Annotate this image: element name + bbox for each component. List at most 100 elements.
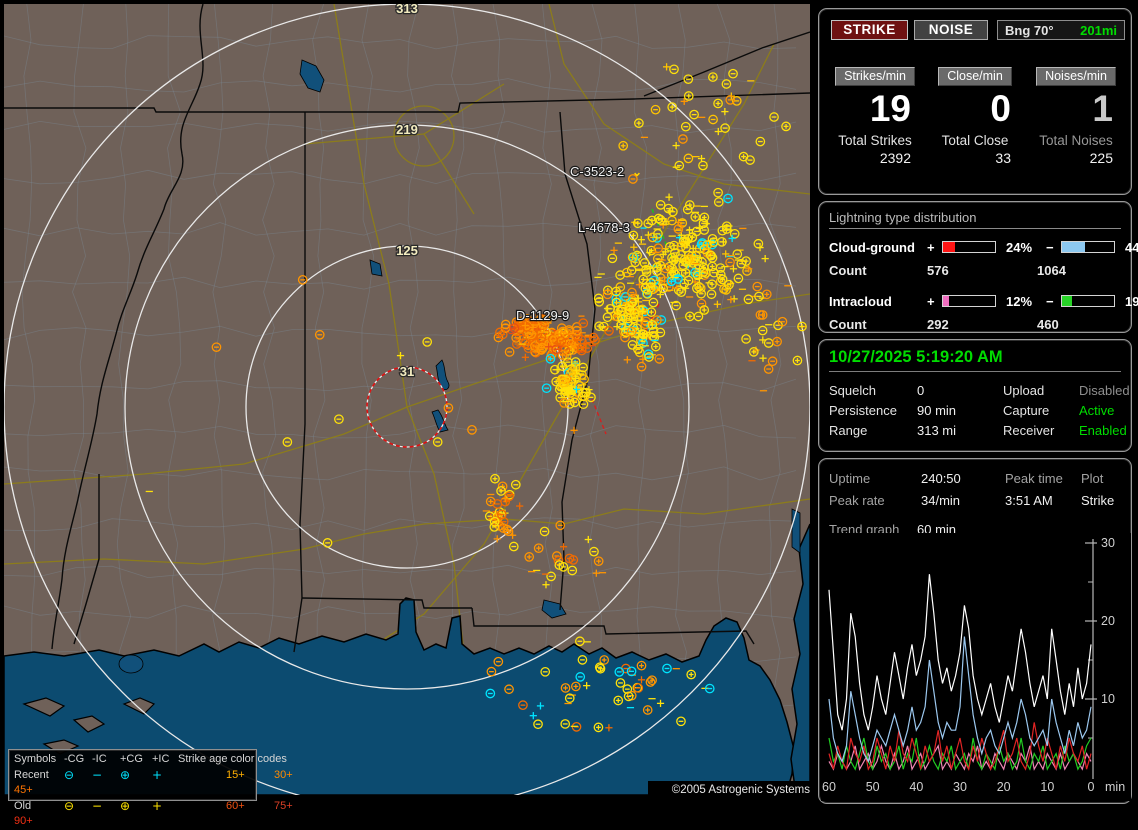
minus-sign: − [1046,294,1061,309]
uptime-label: Uptime [829,471,921,486]
svg-text:⌄: ⌄ [632,165,642,179]
bearing-label: Bng 70° [1005,23,1054,38]
total-strikes-label: Total Strikes [825,133,925,148]
bearing-range-display: Bng 70° 201mi [997,20,1125,40]
cell-label: D-1129-9 [516,308,569,323]
noises-per-min-button[interactable]: Noises/min [1036,67,1116,86]
peak-time-value: 3:51 AM [1005,493,1081,508]
age-code: 15+ [226,768,274,784]
cg-plus-count: 576 [927,263,1037,278]
legend-col-ncg: -CG [64,752,92,768]
svg-text:10: 10 [1040,780,1054,794]
capture-value: Active [1079,403,1121,418]
legend-age-title: Strike age color codes [178,752,318,768]
intracloud-label: Intracloud [829,294,927,309]
distribution-title: Lightning type distribution [829,210,1121,229]
lightning-distribution-box: Lightning type distribution Cloud-ground… [818,201,1132,333]
ic-plus-count: 292 [927,317,1037,332]
upload-label: Upload [1003,383,1079,398]
plus-sign: + [927,294,942,309]
legend-row-old: Old⊖−⊕+60+75+90+ [14,799,252,830]
peak-rate-value: 34/min [921,493,1005,508]
status-row: Squelch 0 Upload Disabled [829,380,1121,400]
map-svg: 31125219313C-3523-2⌄L-4678-3−D-1129-9− [4,4,810,795]
cg-plus-pct: 24% [1000,240,1046,255]
status-row: Range 313 mi Receiver Enabled [829,420,1121,440]
close-rate: 0 [925,88,1025,130]
svg-text:30: 30 [1101,536,1115,550]
legend-header-row: Symbols -CG -IC +CG +IC Strike age color… [14,752,252,768]
legend-symbol-+CG: ⊕ [120,768,152,784]
svg-text:50: 50 [866,780,880,794]
strikes-per-min-button[interactable]: Strikes/min [835,67,915,86]
plot-value: Strike [1081,493,1121,508]
cell-label: L-4678-3 [578,220,630,235]
legend-col-nic: -IC [92,752,120,768]
cloud-ground-label: Cloud-ground [829,240,927,255]
range-label: Range [829,423,917,438]
uptime-value: 240:50 [921,471,1005,486]
svg-text:31: 31 [400,364,414,379]
legend-col-pcg: +CG [120,752,152,768]
total-strikes-value: 2392 [825,150,925,166]
svg-text:30: 30 [953,780,967,794]
squelch-value: 0 [917,383,1003,398]
uptime-row: Uptime 240:50 Peak time Plot [829,467,1121,489]
cg-count-label: Count [829,263,927,278]
peak-rate-label: Peak rate [829,493,921,508]
cg-minus-count: 1064 [1037,263,1121,278]
receiver-value: Enabled [1079,423,1127,438]
svg-text:0: 0 [1088,780,1095,794]
svg-text:10: 10 [1101,692,1115,706]
squelch-label: Squelch [829,383,917,398]
total-noises-label: Total Noises [1025,133,1127,148]
ic-plus-pct: 12% [1000,294,1046,309]
plot-label: Plot [1081,471,1121,486]
noises-column: Noises/min 1 Total Noises 225 [1025,67,1127,166]
age-code: 90+ [14,814,64,830]
strike-legend: Symbols -CG -IC +CG +IC Strike age color… [8,749,257,801]
persistence-value: 90 min [917,403,1003,418]
svg-text:219: 219 [396,122,418,137]
legend-col-pic: +IC [152,752,178,768]
svg-text:60: 60 [822,780,836,794]
copyright-text: ©2005 Astrogenic Systems [648,781,814,801]
receiver-label: Receiver [1003,423,1079,438]
status-row: Persistence 90 min Capture Active [829,400,1121,420]
close-per-min-button[interactable]: Close/min [938,67,1012,86]
strikes-rate: 19 [825,88,925,130]
map-canvas[interactable]: 31125219313C-3523-2⌄L-4678-3−D-1129-9− [4,4,810,795]
age-code: 30+ [274,768,318,784]
total-close-label: Total Close [925,133,1025,148]
capture-label: Capture [1003,403,1079,418]
trend-chart: 1020306050403020100min [821,533,1131,801]
svg-text:min: min [1105,780,1125,794]
legend-symbol--CG: ⊖ [64,768,92,784]
legend-row-recent: Recent⊖−⊕+15+30+45+ [14,768,252,799]
ic-count-label: Count [829,317,927,332]
cg-count-row: Count 576 1064 [829,258,1121,282]
age-code: 45+ [14,783,64,799]
strike-stats-box: STRIKE NOISE Bng 70° 201mi Strikes/min 1… [818,8,1132,195]
cg-minus-pct: 44% [1119,240,1138,255]
legend-symbol-+IC: + [152,768,178,784]
ic-minus-pct: 19% [1119,294,1138,309]
cg-plus-bar [942,241,996,253]
intracloud-row: Intracloud + 12% − 19% [829,290,1121,312]
total-close-value: 33 [925,150,1025,166]
peak-time-label: Peak time [1005,471,1081,486]
strike-button[interactable]: STRIKE [831,20,908,40]
upload-value: Disabled [1079,383,1130,398]
svg-text:−: − [640,221,647,235]
noises-rate: 1 [1025,88,1127,130]
cg-minus-bar [1061,241,1115,253]
svg-text:20: 20 [1101,614,1115,628]
cell-label: C-3523-2 [570,164,624,179]
svg-text:−: − [578,309,585,323]
datetime-display: 10/27/2025 5:19:20 AM [829,348,1121,372]
minus-sign: − [1046,240,1061,255]
svg-text:125: 125 [396,243,418,258]
noise-button[interactable]: NOISE [914,20,988,40]
ic-minus-bar [1061,295,1115,307]
legend-symbols-label: Symbols [14,752,64,768]
